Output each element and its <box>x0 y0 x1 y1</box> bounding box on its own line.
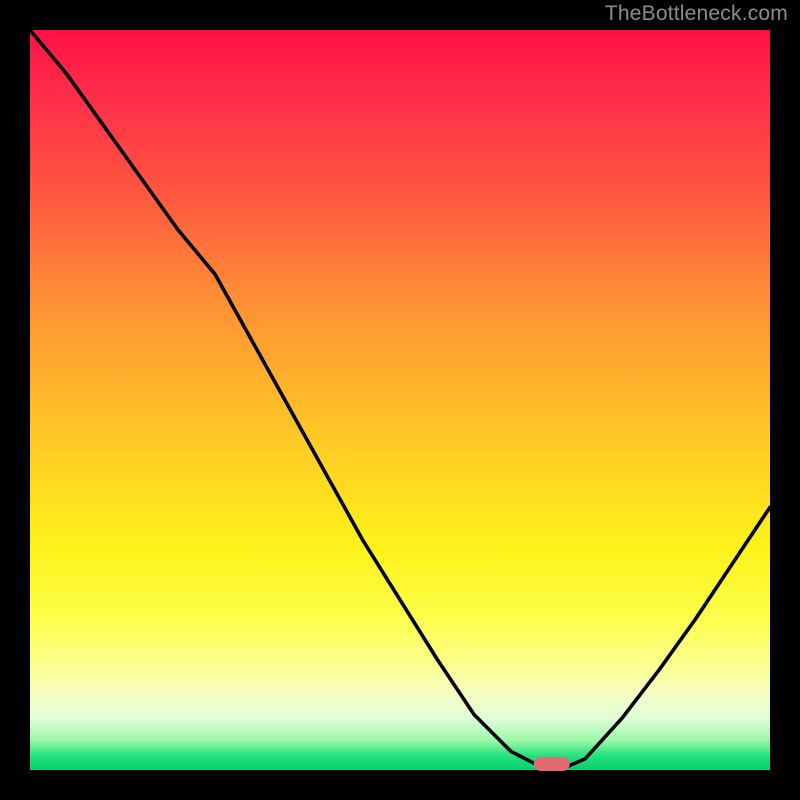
curve-path <box>30 30 770 769</box>
watermark-label: TheBottleneck.com <box>605 2 788 26</box>
plot-area <box>30 30 770 770</box>
chart-frame: TheBottleneck.com <box>0 0 800 800</box>
bottleneck-curve <box>30 30 770 770</box>
optimum-marker <box>534 757 570 771</box>
